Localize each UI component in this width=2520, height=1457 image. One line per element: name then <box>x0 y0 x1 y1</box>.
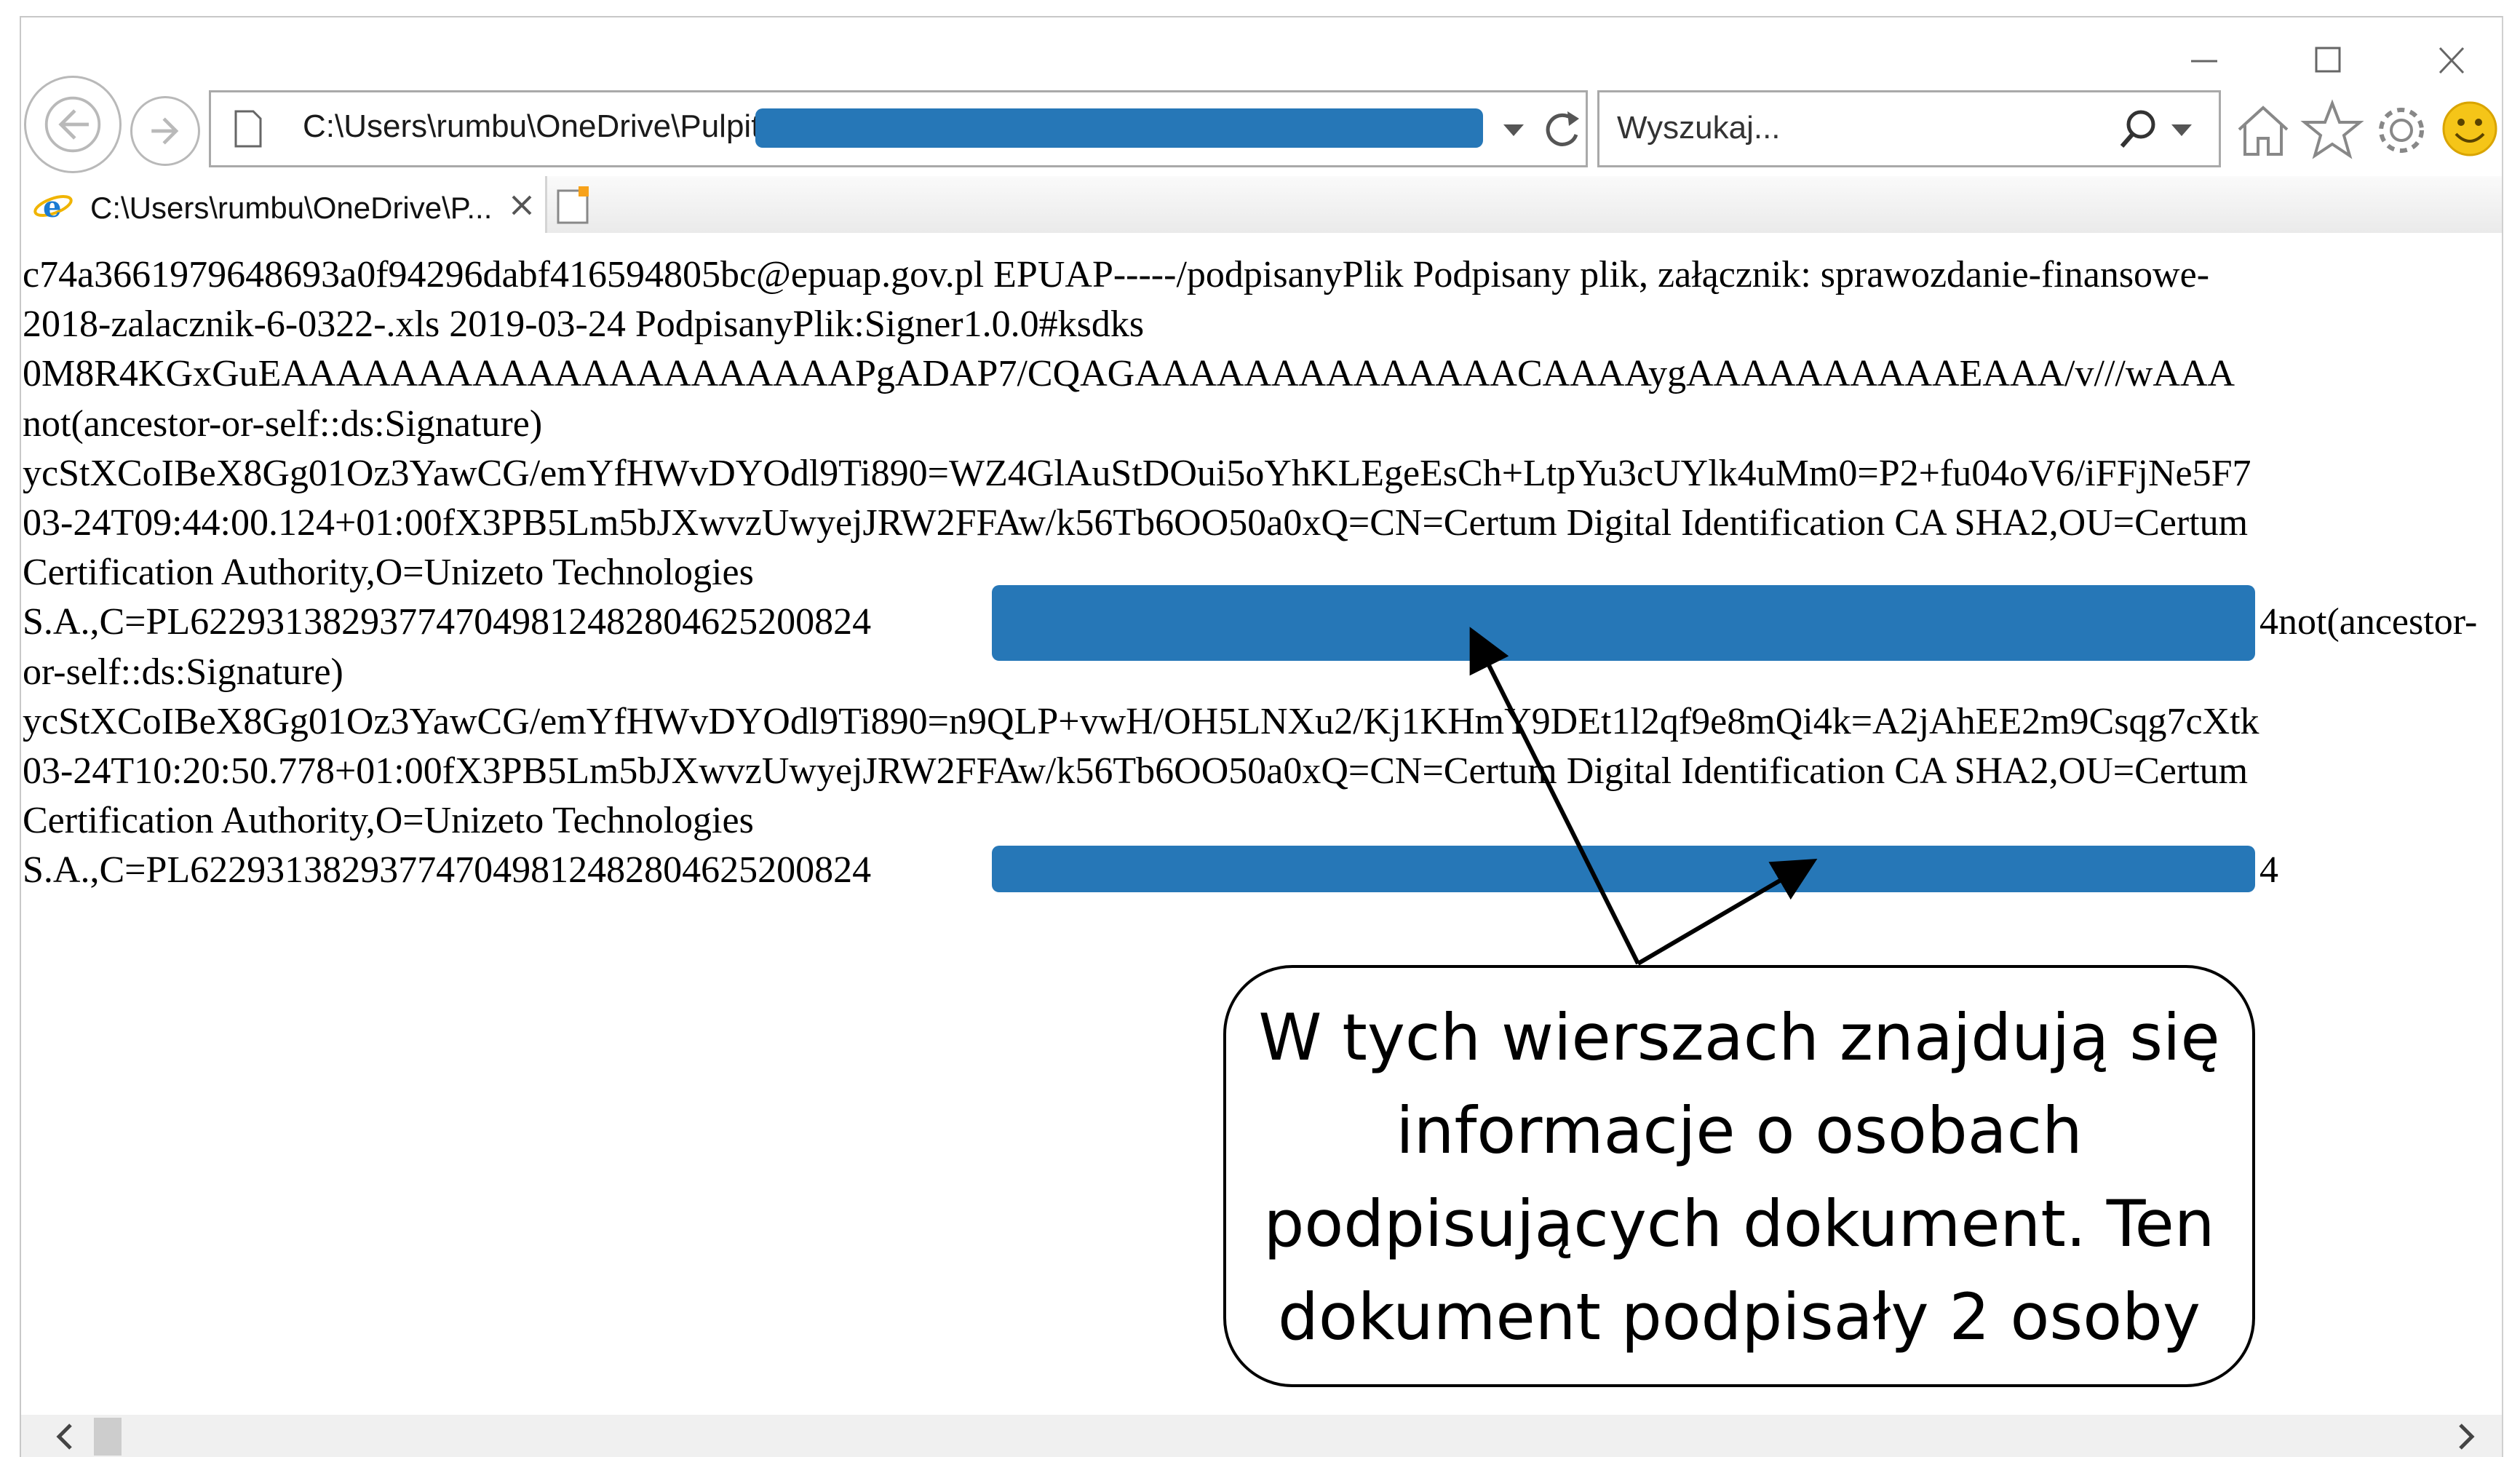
minimize-icon[interactable] <box>2175 32 2233 90</box>
scroll-right-icon[interactable] <box>2452 1421 2481 1453</box>
content-line-tail: 4 <box>2259 849 2278 891</box>
favorites-star-icon[interactable] <box>2299 96 2366 163</box>
tab-title[interactable]: C:\Users\rumbu\OneDrive\P... <box>90 191 492 226</box>
maximize-icon[interactable] <box>2299 32 2357 90</box>
dropdown-icon[interactable] <box>1499 117 1528 143</box>
forward-button[interactable] <box>130 96 200 166</box>
annotation-callout: W tych wierszach znajdują się informacje… <box>1223 965 2255 1387</box>
back-arrow-icon <box>44 96 101 153</box>
gear-icon[interactable] <box>2369 98 2434 163</box>
content-line: 03-24T09:44:00.124+01:00fX3PB5Lm5bJXwvzU… <box>23 502 2249 544</box>
redaction <box>992 846 2255 892</box>
page-icon <box>231 108 265 149</box>
search-box[interactable]: Wyszukaj... <box>1597 90 2221 167</box>
ie-logo-icon: e <box>33 188 73 224</box>
callout-line: informacje o osobach <box>1396 1093 2083 1168</box>
content-line: 2018-zalacznik-6-0322-.xls 2019-03-24 Po… <box>23 303 1145 345</box>
svg-text:e: e <box>43 190 61 224</box>
home-icon[interactable] <box>2230 98 2296 163</box>
content-line: c74a3661979648693a0f94296dabf416594805bc… <box>23 254 2210 295</box>
refresh-icon[interactable] <box>1540 106 1585 154</box>
content-line: or-self::ds:Signature) <box>23 651 343 693</box>
horizontal-scrollbar[interactable] <box>21 1415 2502 1457</box>
tab-strip <box>545 176 2502 233</box>
back-button[interactable] <box>24 76 122 173</box>
browser-window: C:\Users\rumbu\OneDrive\Pulpit\ Wyszukaj… <box>20 16 2503 1457</box>
content-line: Certification Authority,O=Unizeto Techno… <box>23 552 754 593</box>
content-line: 03-24T10:20:50.778+01:00fX3PB5Lm5bJXwvzU… <box>23 750 2249 792</box>
redaction <box>755 108 1483 148</box>
address-bar[interactable]: C:\Users\rumbu\OneDrive\Pulpit\ <box>209 90 1588 167</box>
forward-arrow-icon <box>151 117 179 145</box>
content-line: ycStXCoIBeX8Gg01Oz3YawCG/emYfHWvDYOdl9Ti… <box>23 701 2259 742</box>
new-tab-icon[interactable] <box>554 185 595 227</box>
content-line: 0M8R4KGxGuEAAAAAAAAAAAAAAAAAAAAAPgADAP7/… <box>23 353 2235 394</box>
scroll-left-icon[interactable] <box>50 1421 79 1453</box>
smiley-feedback-icon[interactable] <box>2437 96 2502 162</box>
close-icon[interactable] <box>2422 32 2481 90</box>
search-icon[interactable] <box>2116 106 2160 154</box>
tab-close-icon[interactable] <box>507 189 536 221</box>
address-text[interactable]: C:\Users\rumbu\OneDrive\Pulpit\ <box>303 108 769 145</box>
redaction <box>992 585 2255 661</box>
tab-current[interactable]: e C:\Users\rumbu\OneDrive\P... <box>21 176 547 233</box>
callout-line: W tych wierszach znajdują się <box>1258 1000 2220 1075</box>
content-line: S.A.,C=PL6229313829377470498124828046252… <box>23 601 872 643</box>
content-line: Certification Authority,O=Unizeto Techno… <box>23 800 754 841</box>
content-line: S.A.,C=PL6229313829377470498124828046252… <box>23 849 872 891</box>
search-dropdown-icon[interactable] <box>2167 117 2196 143</box>
scrollbar-thumb[interactable] <box>94 1418 122 1456</box>
content-line-tail: 4not(ancestor- <box>2259 601 2478 643</box>
browser-chrome: C:\Users\rumbu\OneDrive\Pulpit\ Wyszukaj… <box>21 17 2502 233</box>
content-line: ycStXCoIBeX8Gg01Oz3YawCG/emYfHWvDYOdl9Ti… <box>23 453 2251 494</box>
search-input[interactable]: Wyszukaj... <box>1617 110 1781 146</box>
callout-line: dokument podpisały 2 osoby <box>1278 1279 2201 1354</box>
content-line: not(ancestor-or-self::ds:Signature) <box>23 403 543 445</box>
callout-line: podpisujących dokument. Ten <box>1263 1186 2215 1261</box>
